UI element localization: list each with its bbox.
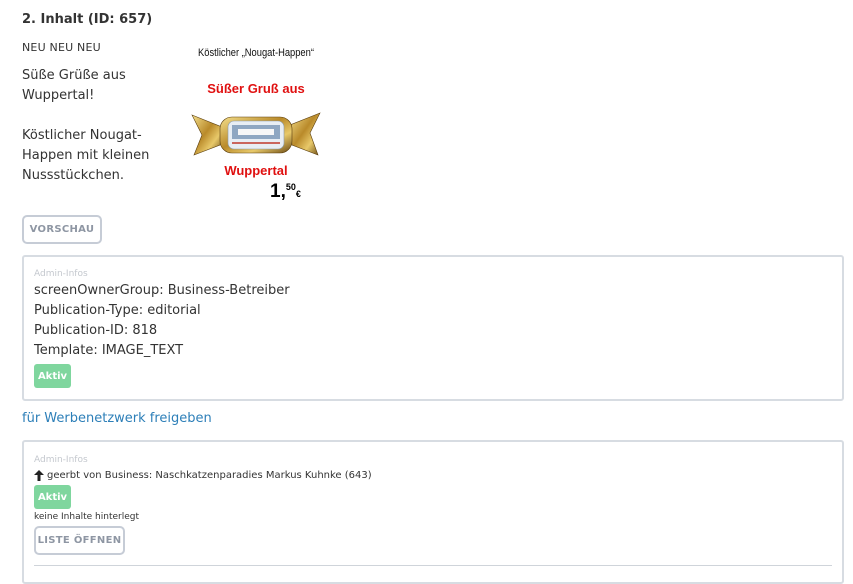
admin-info-panel: Admin-Infos screenOwnerGroup: Business-B… [22,255,844,401]
template-line: Template: IMAGE_TEXT [34,343,184,358]
publication-type-line: Publication-Type: editorial [34,303,201,318]
arrow-up-icon [34,470,44,481]
greeting-text: Süße Grüße aus Wuppertal! [22,68,126,103]
preview-button[interactable]: VORSCHAU [22,215,102,244]
inherited-text: geerbt von Business: Naschkatzenparadies… [47,470,372,481]
price-main: 1, [270,181,286,202]
price-cents: 50 [285,182,296,192]
share-ad-network-link[interactable]: für Werbenetzwerk freigeben [22,411,212,426]
description-text: Köstlicher Nougat-Happen mit kleinen Nus… [22,128,150,183]
image-top-text: Köstlicher „Nougat-Happen“ [198,47,314,59]
admin-info-panel-2: Admin-Infos geerbt von Business: Naschka… [22,440,844,584]
owner-group-line: screenOwnerGroup: Business-Betreiber [34,283,290,298]
divider [34,565,832,566]
image-red-text-1: Süßer Gruß aus [207,81,305,96]
open-list-button[interactable]: LISTE ÖFFNEN [34,526,125,555]
image-price: 1,50€ [270,181,301,203]
no-content-note: keine Inhalte hinterlegt [34,512,139,522]
price-currency: € [295,189,301,199]
publication-id-line: Publication-ID: 818 [34,323,158,338]
image-red-text-2: Wuppertal [224,163,288,178]
product-image: Köstlicher „Nougat-Happen“ Süßer Gruß au… [186,45,326,205]
section-title: 2. Inhalt (ID: 657) [22,12,153,27]
content-text: Süße Grüße aus Wuppertal! Köstlicher Nou… [22,66,172,186]
status-badge: Aktiv [34,364,71,388]
inherited-line: geerbt von Business: Naschkatzenparadies… [34,470,372,481]
candy-image [191,112,321,156]
admin-info-caption: Admin-Infos [34,269,88,279]
status-badge-2: Aktiv [34,485,71,509]
new-badge: NEU NEU NEU [22,41,101,54]
admin-info-caption-2: Admin-Infos [34,455,88,465]
